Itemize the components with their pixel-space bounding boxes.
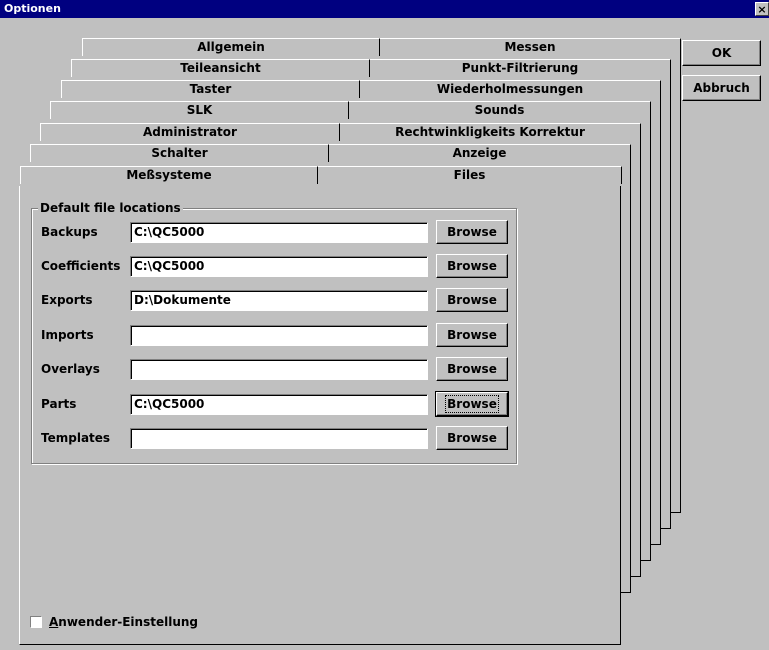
tab-allgemein[interactable]: Allgemein xyxy=(82,38,380,56)
tab-punkt-filtrierung[interactable]: Punkt-Filtrierung xyxy=(370,59,671,77)
overlays-browse-button[interactable]: Browse xyxy=(436,357,508,381)
templates-browse-button[interactable]: Browse xyxy=(436,426,508,450)
files-tab-panel: Default file locations Backups C:\QC5000 B… xyxy=(19,186,621,645)
anwender-einstellung-checkbox[interactable] xyxy=(30,616,42,628)
title-bar: Optionen xyxy=(0,0,769,18)
coefficients-browse-button[interactable]: Browse xyxy=(436,254,508,278)
exports-row: Exports D:\Dokumente Browse xyxy=(32,288,516,312)
cancel-button[interactable]: Abbruch xyxy=(682,75,761,101)
coefficients-path-input[interactable]: C:\QC5000 xyxy=(130,256,428,277)
parts-browse-button[interactable]: Browse xyxy=(435,391,509,417)
imports-browse-button[interactable]: Browse xyxy=(436,323,508,347)
coefficients-row: Coefficients C:\QC5000 Browse xyxy=(32,254,516,278)
close-button[interactable]: × xyxy=(755,2,769,16)
tab-schalter[interactable]: Schalter xyxy=(30,144,329,162)
tab-messen[interactable]: Messen xyxy=(380,38,681,56)
overlays-row: Overlays Browse xyxy=(32,357,516,381)
anwender-einstellung-label: Anwender-Einstellung xyxy=(49,615,199,629)
tab-administrator[interactable]: Administrator xyxy=(40,123,340,141)
parts-label: Parts xyxy=(41,397,77,411)
tab-slk[interactable]: SLK xyxy=(50,101,349,119)
tab-wiederholmessungen[interactable]: Wiederholmessungen xyxy=(360,80,661,98)
exports-path-input[interactable]: D:\Dokumente xyxy=(130,290,428,311)
tab-files[interactable]: Files xyxy=(318,166,622,184)
templates-label: Templates xyxy=(41,431,111,445)
exports-browse-button[interactable]: Browse xyxy=(436,288,508,312)
coefficients-label: Coefficients xyxy=(41,259,121,273)
parts-row: Parts C:\QC5000 Browse xyxy=(32,391,516,417)
backups-label: Backups xyxy=(41,225,98,239)
close-icon: × xyxy=(757,3,767,16)
overlays-label: Overlays xyxy=(41,362,100,376)
default-file-locations-group: Default file locations Backups C:\QC5000 B… xyxy=(31,200,517,464)
window-title: Optionen xyxy=(4,2,61,15)
options-dialog: Optionen × Allgemein Messen Teileansicht Pu… xyxy=(0,0,769,650)
backups-path-input[interactable]: C:\QC5000 xyxy=(130,222,428,243)
exports-label: Exports xyxy=(41,293,93,307)
imports-path-input[interactable] xyxy=(130,325,428,346)
imports-label: Imports xyxy=(41,328,94,342)
parts-path-input[interactable]: C:\QC5000 xyxy=(130,394,428,415)
tab-sounds[interactable]: Sounds xyxy=(349,101,651,119)
templates-row: Templates Browse xyxy=(32,426,516,450)
imports-row: Imports Browse xyxy=(32,323,516,347)
tab-teileansicht[interactable]: Teileansicht xyxy=(71,59,370,77)
tab-messsysteme[interactable]: Meßsysteme xyxy=(20,166,318,184)
tab-taster[interactable]: Taster xyxy=(61,80,360,98)
backups-browse-button[interactable]: Browse xyxy=(436,220,508,244)
ok-button[interactable]: OK xyxy=(682,40,761,66)
tab-anzeige[interactable]: Anzeige xyxy=(329,144,631,162)
overlays-path-input[interactable] xyxy=(130,359,428,380)
backups-row: Backups C:\QC5000 Browse xyxy=(32,220,516,244)
tab-rechtwinkligkeits-korrektur[interactable]: Rechtwinkligkeits Korrektur xyxy=(340,123,641,141)
group-label: Default file locations xyxy=(38,200,183,216)
templates-path-input[interactable] xyxy=(130,428,428,449)
